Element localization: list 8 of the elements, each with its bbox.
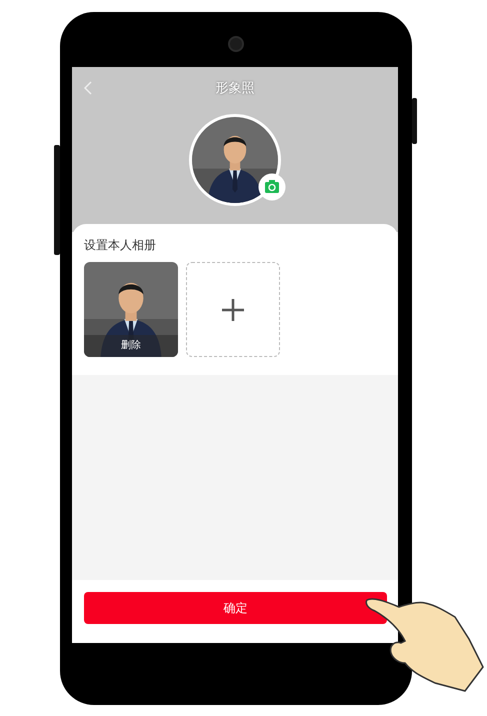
camera-icon[interactable] [258, 173, 286, 201]
speaker [228, 36, 244, 52]
delete-button[interactable]: 删除 [84, 335, 178, 357]
page-title: 形象照 [216, 80, 254, 98]
pointing-hand-icon [365, 597, 485, 693]
confirm-button[interactable]: 确定 [84, 592, 387, 624]
section-title: 设置本人相册 [84, 237, 157, 254]
plus-icon [221, 298, 245, 322]
